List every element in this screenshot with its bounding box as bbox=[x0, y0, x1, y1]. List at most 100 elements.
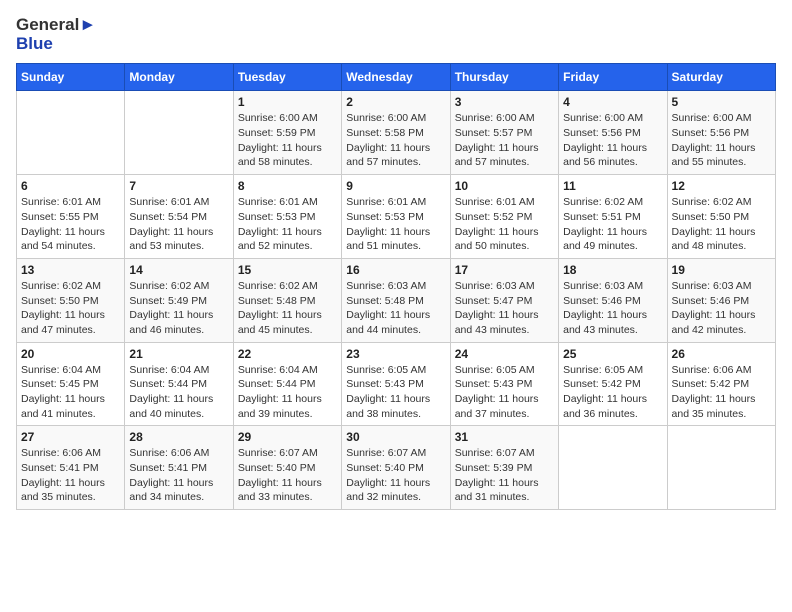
day-info: Sunrise: 6:00 AMSunset: 5:57 PMDaylight:… bbox=[455, 111, 554, 170]
calendar-cell: 22 Sunrise: 6:04 AMSunset: 5:44 PMDayligh… bbox=[233, 342, 341, 426]
calendar-cell: 18Sunrise: 6:03 AMSunset: 5:46 PMDayligh… bbox=[559, 258, 667, 342]
calendar-cell: 23 Sunrise: 6:05 AMSunset: 5:43 PMDayligh… bbox=[342, 342, 450, 426]
day-number: 25 bbox=[563, 347, 662, 361]
day-info: Sunrise: 6:06 AMSunset: 5:41 PMDaylight:… bbox=[129, 446, 228, 505]
logo-general: General bbox=[16, 15, 79, 34]
day-number: 30 bbox=[346, 430, 445, 444]
calendar-cell: 12 Sunrise: 6:02 AMSunset: 5:50 PMDayligh… bbox=[667, 175, 775, 259]
calendar-cell: 1 Sunrise: 6:00 AMSunset: 5:59 PMDaylight… bbox=[233, 91, 341, 175]
calendar-cell: 29 Sunrise: 6:07 AMSunset: 5:40 PMDayligh… bbox=[233, 426, 341, 510]
week-row-3: 13Sunrise: 6:02 AMSunset: 5:50 PMDayligh… bbox=[17, 258, 776, 342]
day-number: 18 bbox=[563, 263, 662, 277]
day-number: 9 bbox=[346, 179, 445, 193]
day-info: Sunrise: 6:00 AMSunset: 5:56 PMDaylight:… bbox=[672, 111, 771, 170]
day-number: 8 bbox=[238, 179, 337, 193]
day-info: Sunrise: 6:05 AMSunset: 5:43 PMDaylight:… bbox=[346, 363, 445, 422]
day-number: 21 bbox=[129, 347, 228, 361]
day-number: 11 bbox=[563, 179, 662, 193]
calendar-cell: 20Sunrise: 6:04 AMSunset: 5:45 PMDayligh… bbox=[17, 342, 125, 426]
day-info: Sunrise: 6:02 AMSunset: 5:51 PMDaylight:… bbox=[563, 195, 662, 254]
logo-triangle: ► bbox=[79, 15, 96, 34]
day-number: 23 bbox=[346, 347, 445, 361]
day-info: Sunrise: 6:04 AMSunset: 5:44 PMDaylight:… bbox=[129, 363, 228, 422]
weekday-header-thursday: Thursday bbox=[450, 64, 558, 91]
day-info: Sunrise: 6:07 AMSunset: 5:39 PMDaylight:… bbox=[455, 446, 554, 505]
weekday-header-friday: Friday bbox=[559, 64, 667, 91]
day-number: 2 bbox=[346, 95, 445, 109]
calendar-cell: 16Sunrise: 6:03 AMSunset: 5:48 PMDayligh… bbox=[342, 258, 450, 342]
calendar-cell: 8 Sunrise: 6:01 AMSunset: 5:53 PMDaylight… bbox=[233, 175, 341, 259]
day-info: Sunrise: 6:02 AMSunset: 5:50 PMDaylight:… bbox=[21, 279, 120, 338]
day-info: Sunrise: 6:02 AMSunset: 5:50 PMDaylight:… bbox=[672, 195, 771, 254]
calendar-cell: 11 Sunrise: 6:02 AMSunset: 5:51 PMDayligh… bbox=[559, 175, 667, 259]
calendar-cell: 30Sunrise: 6:07 AMSunset: 5:40 PMDayligh… bbox=[342, 426, 450, 510]
day-info: Sunrise: 6:01 AMSunset: 5:55 PMDaylight:… bbox=[21, 195, 120, 254]
page-header: General► Blue bbox=[16, 16, 776, 53]
calendar-cell: 27 Sunrise: 6:06 AMSunset: 5:41 PMDayligh… bbox=[17, 426, 125, 510]
calendar-cell: 21 Sunrise: 6:04 AMSunset: 5:44 PMDayligh… bbox=[125, 342, 233, 426]
logo: General► Blue bbox=[16, 16, 96, 53]
day-number: 6 bbox=[21, 179, 120, 193]
day-number: 7 bbox=[129, 179, 228, 193]
calendar-cell: 13Sunrise: 6:02 AMSunset: 5:50 PMDayligh… bbox=[17, 258, 125, 342]
day-info: Sunrise: 6:06 AMSunset: 5:41 PMDaylight:… bbox=[21, 446, 120, 505]
day-number: 5 bbox=[672, 95, 771, 109]
day-info: Sunrise: 6:01 AMSunset: 5:52 PMDaylight:… bbox=[455, 195, 554, 254]
calendar-cell: 31 Sunrise: 6:07 AMSunset: 5:39 PMDayligh… bbox=[450, 426, 558, 510]
week-row-2: 6 Sunrise: 6:01 AMSunset: 5:55 PMDaylight… bbox=[17, 175, 776, 259]
day-number: 31 bbox=[455, 430, 554, 444]
day-number: 10 bbox=[455, 179, 554, 193]
calendar-cell: 26 Sunrise: 6:06 AMSunset: 5:42 PMDayligh… bbox=[667, 342, 775, 426]
logo-block: General► Blue bbox=[16, 16, 96, 53]
calendar-cell bbox=[559, 426, 667, 510]
day-number: 3 bbox=[455, 95, 554, 109]
calendar-cell: 17 Sunrise: 6:03 AMSunset: 5:47 PMDayligh… bbox=[450, 258, 558, 342]
calendar-cell: 9Sunrise: 6:01 AMSunset: 5:53 PMDaylight… bbox=[342, 175, 450, 259]
day-number: 15 bbox=[238, 263, 337, 277]
calendar-cell: 7 Sunrise: 6:01 AMSunset: 5:54 PMDaylight… bbox=[125, 175, 233, 259]
calendar-cell: 10 Sunrise: 6:01 AMSunset: 5:52 PMDayligh… bbox=[450, 175, 558, 259]
calendar-cell: 4 Sunrise: 6:00 AMSunset: 5:56 PMDaylight… bbox=[559, 91, 667, 175]
day-number: 22 bbox=[238, 347, 337, 361]
day-info: Sunrise: 6:01 AMSunset: 5:53 PMDaylight:… bbox=[238, 195, 337, 254]
day-info: Sunrise: 6:03 AMSunset: 5:48 PMDaylight:… bbox=[346, 279, 445, 338]
week-row-5: 27 Sunrise: 6:06 AMSunset: 5:41 PMDayligh… bbox=[17, 426, 776, 510]
weekday-header-row: SundayMondayTuesdayWednesdayThursdayFrid… bbox=[17, 64, 776, 91]
day-info: Sunrise: 6:04 AMSunset: 5:44 PMDaylight:… bbox=[238, 363, 337, 422]
week-row-1: 1 Sunrise: 6:00 AMSunset: 5:59 PMDaylight… bbox=[17, 91, 776, 175]
day-info: Sunrise: 6:02 AMSunset: 5:48 PMDaylight:… bbox=[238, 279, 337, 338]
calendar-cell bbox=[17, 91, 125, 175]
calendar-cell: 19Sunrise: 6:03 AMSunset: 5:46 PMDayligh… bbox=[667, 258, 775, 342]
day-number: 4 bbox=[563, 95, 662, 109]
day-number: 19 bbox=[672, 263, 771, 277]
calendar-table: SundayMondayTuesdayWednesdayThursdayFrid… bbox=[16, 63, 776, 510]
day-info: Sunrise: 6:00 AMSunset: 5:58 PMDaylight:… bbox=[346, 111, 445, 170]
day-number: 27 bbox=[21, 430, 120, 444]
calendar-cell: 28Sunrise: 6:06 AMSunset: 5:41 PMDayligh… bbox=[125, 426, 233, 510]
day-info: Sunrise: 6:07 AMSunset: 5:40 PMDaylight:… bbox=[238, 446, 337, 505]
calendar-cell: 3 Sunrise: 6:00 AMSunset: 5:57 PMDaylight… bbox=[450, 91, 558, 175]
day-info: Sunrise: 6:00 AMSunset: 5:59 PMDaylight:… bbox=[238, 111, 337, 170]
day-number: 26 bbox=[672, 347, 771, 361]
day-info: Sunrise: 6:06 AMSunset: 5:42 PMDaylight:… bbox=[672, 363, 771, 422]
day-number: 14 bbox=[129, 263, 228, 277]
day-info: Sunrise: 6:03 AMSunset: 5:47 PMDaylight:… bbox=[455, 279, 554, 338]
day-number: 20 bbox=[21, 347, 120, 361]
day-number: 1 bbox=[238, 95, 337, 109]
day-number: 12 bbox=[672, 179, 771, 193]
calendar-cell bbox=[667, 426, 775, 510]
day-info: Sunrise: 6:01 AMSunset: 5:54 PMDaylight:… bbox=[129, 195, 228, 254]
day-info: Sunrise: 6:05 AMSunset: 5:42 PMDaylight:… bbox=[563, 363, 662, 422]
calendar-cell: 5 Sunrise: 6:00 AMSunset: 5:56 PMDaylight… bbox=[667, 91, 775, 175]
logo-blue: Blue bbox=[16, 34, 53, 53]
weekday-header-wednesday: Wednesday bbox=[342, 64, 450, 91]
day-number: 29 bbox=[238, 430, 337, 444]
calendar-cell: 25 Sunrise: 6:05 AMSunset: 5:42 PMDayligh… bbox=[559, 342, 667, 426]
calendar-cell: 6 Sunrise: 6:01 AMSunset: 5:55 PMDaylight… bbox=[17, 175, 125, 259]
calendar-cell bbox=[125, 91, 233, 175]
day-number: 17 bbox=[455, 263, 554, 277]
weekday-header-tuesday: Tuesday bbox=[233, 64, 341, 91]
day-info: Sunrise: 6:00 AMSunset: 5:56 PMDaylight:… bbox=[563, 111, 662, 170]
week-row-4: 20Sunrise: 6:04 AMSunset: 5:45 PMDayligh… bbox=[17, 342, 776, 426]
calendar-cell: 2 Sunrise: 6:00 AMSunset: 5:58 PMDaylight… bbox=[342, 91, 450, 175]
